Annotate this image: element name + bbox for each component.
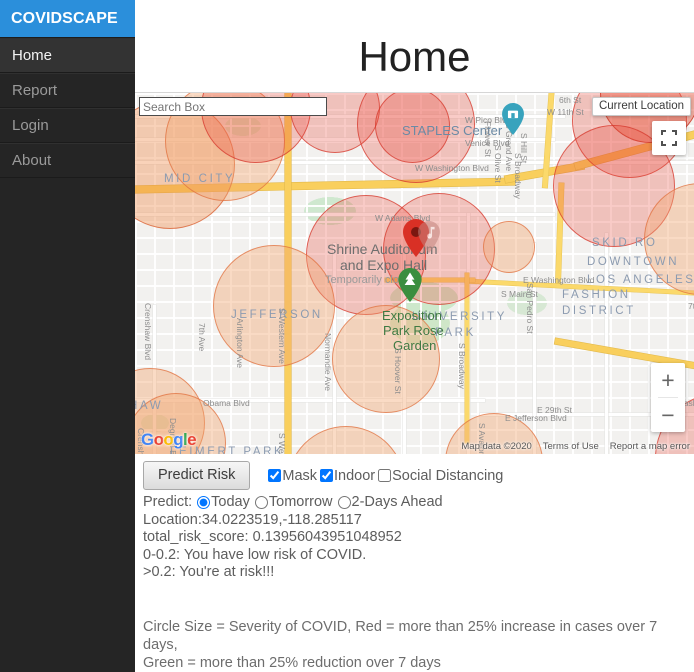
- location-readout: Location:34.0223519,-118.285117: [143, 511, 362, 528]
- map-road: [605, 233, 608, 454]
- predict-risk-button[interactable]: Predict Risk: [143, 461, 251, 490]
- map-road: [135, 213, 555, 216]
- map-zoom-controls[interactable]: + −: [651, 363, 685, 432]
- sidebar: COVIDSCAPE Home Report Login About: [0, 0, 135, 672]
- radio-tomorrow-label: Tomorrow: [268, 494, 333, 510]
- current-location-button[interactable]: Current Location: [591, 97, 691, 116]
- radio-two-days-ahead-input[interactable]: [337, 496, 351, 510]
- map-legend: Circle Size = Severity of COVID, Red = m…: [139, 582, 691, 672]
- sidebar-item-about[interactable]: About: [0, 143, 135, 178]
- checkbox-social-distancing-input[interactable]: [378, 469, 392, 482]
- checkbox-indoor[interactable]: Indoor: [320, 468, 375, 484]
- condition-checkbox-group: Mask Indoor Social Distancing: [268, 468, 506, 484]
- sidebar-item-label-login: Login: [12, 117, 49, 134]
- prediction-info: Predict: Today Tomorrow 2-Days Ahead Loc…: [139, 494, 694, 582]
- checkbox-social-distancing[interactable]: Social Distancing: [378, 468, 503, 484]
- sidebar-item-report[interactable]: Report: [0, 73, 135, 108]
- radio-two-days-ahead[interactable]: 2-Days Ahead: [337, 494, 443, 512]
- brand-logo[interactable]: COVIDSCAPE: [0, 0, 135, 38]
- radio-today-label: Today: [211, 494, 250, 510]
- map-data-credit: Map data ©2020: [461, 441, 532, 452]
- fullscreen-icon[interactable]: [652, 121, 686, 155]
- checkbox-indoor-label: Indoor: [334, 467, 376, 484]
- main-content: Home MID CITY JEFFERSON LEIMERT PARK AW …: [135, 0, 694, 672]
- sidebar-item-home[interactable]: Home: [0, 38, 135, 73]
- map-road: [333, 243, 336, 454]
- search-input[interactable]: [139, 97, 327, 116]
- google-logo-letter: g: [173, 430, 184, 449]
- total-risk-score-readout: total_risk_score: 0.13956043951048952: [143, 529, 402, 545]
- map-highway: [465, 273, 469, 443]
- low-risk-guidance: 0-0.2: You have low risk of COVID.: [143, 546, 367, 563]
- map-highway-western: [285, 93, 291, 454]
- map-road: [135, 399, 485, 402]
- radio-two-days-ahead-label: 2-Days Ahead: [351, 494, 443, 510]
- google-logo-letter: G: [141, 430, 154, 449]
- risk-controls: Predict Risk Mask Indoor Social Distanci…: [135, 454, 694, 672]
- checkbox-mask-label: Mask: [282, 467, 318, 484]
- radio-today[interactable]: Today: [197, 494, 250, 512]
- checkbox-mask[interactable]: Mask: [268, 468, 317, 484]
- map-road: [533, 243, 536, 454]
- google-logo[interactable]: Google: [141, 430, 197, 450]
- predict-radio-row: Predict: Today Tomorrow 2-Days Ahead: [143, 494, 694, 512]
- zoom-in-button[interactable]: +: [651, 363, 685, 397]
- radio-today-input[interactable]: [197, 496, 211, 510]
- park-marker-pin[interactable]: [398, 268, 424, 306]
- legend-line-2: Green = more than 25% reduction over 7 d…: [143, 654, 441, 671]
- page-title: Home: [358, 33, 471, 80]
- map-road: [135, 138, 555, 141]
- terms-of-use-link[interactable]: Terms of Use: [543, 441, 599, 452]
- zoom-out-button[interactable]: −: [651, 398, 685, 432]
- checkbox-social-distancing-label: Social Distancing: [392, 467, 504, 484]
- controls-row-predict: Predict Risk Mask Indoor Social Distanci…: [139, 461, 694, 494]
- checkbox-mask-input[interactable]: [268, 469, 282, 482]
- sidebar-item-label-about: About: [12, 152, 52, 169]
- stadium-poi-pin[interactable]: [502, 103, 528, 141]
- google-logo-letter: o: [163, 430, 174, 449]
- radio-tomorrow[interactable]: Tomorrow: [254, 494, 333, 512]
- high-risk-guidance: >0.2: You're at risk!!!: [143, 564, 275, 580]
- sidebar-item-label-report: Report: [12, 82, 58, 99]
- map-attribution: Map data ©2020 Terms of Use Report a map…: [461, 441, 690, 452]
- map-road: [135, 161, 694, 164]
- legend-line-1: Circle Size = Severity of COVID, Red = m…: [143, 618, 658, 653]
- map-canvas[interactable]: MID CITYJEFFERSONLEIMERT PARKHAWVERMONTH…: [135, 92, 694, 454]
- predict-label: Predict:: [143, 494, 193, 510]
- radio-tomorrow-input[interactable]: [254, 496, 268, 510]
- google-logo-letter: o: [153, 430, 164, 449]
- sidebar-item-login[interactable]: Login: [0, 108, 135, 143]
- checkbox-indoor-input[interactable]: [320, 469, 334, 482]
- report-map-error-link[interactable]: Report a map error: [610, 441, 690, 452]
- sidebar-item-label-home: Home: [12, 47, 53, 64]
- app-root: COVIDSCAPE Home Report Login About Home: [0, 0, 694, 672]
- google-logo-letter: e: [187, 430, 196, 449]
- music-poi-pin[interactable]: [418, 221, 444, 259]
